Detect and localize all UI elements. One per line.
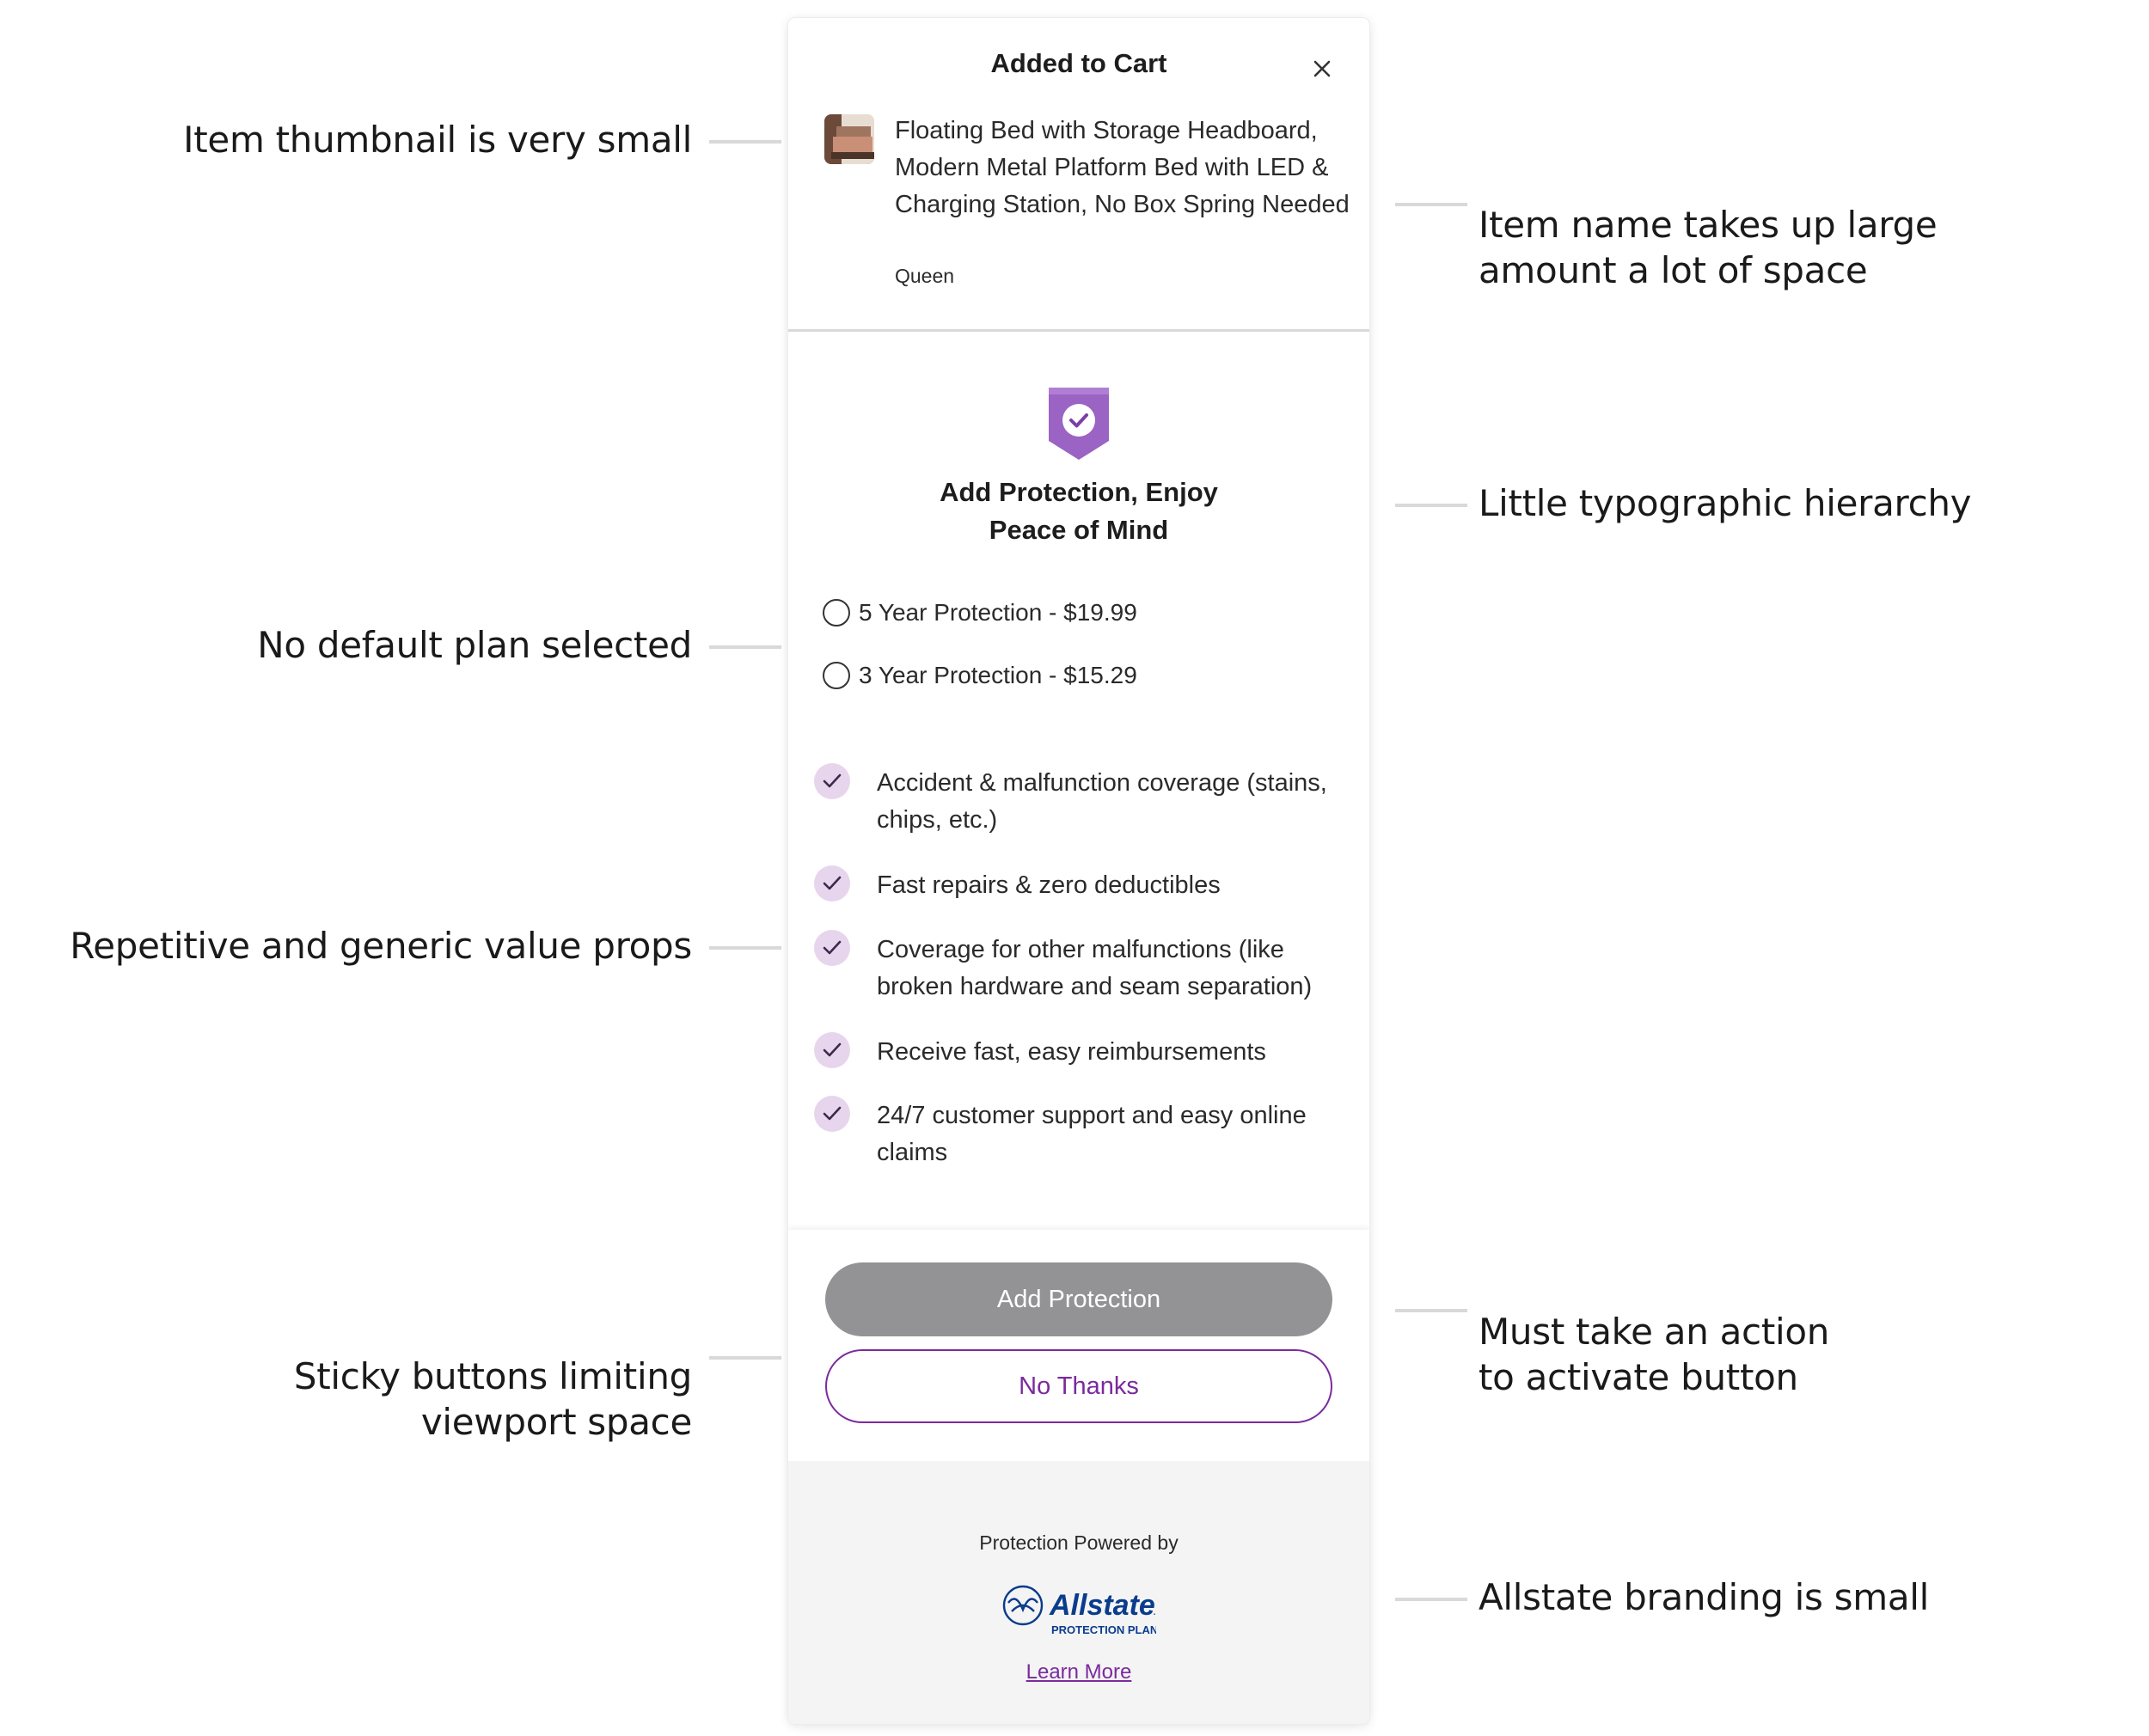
annotation-text: Sticky buttons limiting viewport space xyxy=(293,1355,692,1443)
annotation-item-name: Item name takes up large amount a lot of… xyxy=(1479,156,1938,293)
leader-line xyxy=(1395,203,1467,206)
annotation-text: No default plan selected xyxy=(257,624,692,666)
annotation-typography: Little typographic hierarchy xyxy=(1479,480,1972,526)
allstate-logo: Allstate . PROTECTION PLANS xyxy=(1002,1585,1156,1636)
annotation-text: Repetitive and generic value props xyxy=(70,925,692,967)
svg-text:.: . xyxy=(1153,1604,1156,1617)
add-protection-button[interactable]: Add Protection xyxy=(825,1262,1332,1336)
bed-thumbnail-image xyxy=(824,114,874,164)
leader-line xyxy=(1395,1598,1467,1601)
protection-title: Add Protection, Enjoy Peace of Mind xyxy=(788,474,1369,549)
protection-title-line1: Add Protection, Enjoy xyxy=(940,477,1218,507)
no-thanks-button[interactable]: No Thanks xyxy=(825,1349,1332,1423)
allstate-brand-subtext: PROTECTION PLANS xyxy=(1051,1623,1156,1636)
check-icon xyxy=(814,1096,850,1132)
header-divider xyxy=(788,329,1369,332)
check-icon xyxy=(814,930,850,966)
annotation-text: Must take an action to activate button xyxy=(1479,1311,1830,1398)
plan-label: 3 Year Protection - $15.29 xyxy=(859,662,1137,688)
benefit-text: 24/7 customer support and easy online cl… xyxy=(877,1102,1307,1166)
check-icon xyxy=(814,865,850,902)
benefit-text: Accident & malfunction coverage (stains,… xyxy=(877,769,1327,834)
annotation-activate-button: Must take an action to activate button xyxy=(1479,1263,1829,1400)
leader-line xyxy=(709,1356,781,1360)
annotation-text: Allstate branding is small xyxy=(1479,1576,1930,1618)
powered-by-label: Protection Powered by xyxy=(979,1531,1179,1554)
annotation-text: Item name takes up large amount a lot of… xyxy=(1479,204,1938,291)
benefit-text: Fast repairs & zero deductibles xyxy=(877,871,1221,899)
modal-title: Added to Cart xyxy=(990,48,1167,78)
protection-footer: Protection Powered by Allstate . PROTECT… xyxy=(788,1461,1369,1724)
check-icon xyxy=(814,1032,850,1068)
annotation-value-props: Repetitive and generic value props xyxy=(70,923,692,969)
annotation-no-default: No default plan selected xyxy=(257,622,692,668)
learn-more-link[interactable]: Learn More xyxy=(788,1660,1369,1684)
plan-option-3-year[interactable]: 3 Year Protection - $15.29 xyxy=(823,662,1137,689)
item-thumbnail xyxy=(824,114,874,164)
leader-line xyxy=(709,946,781,950)
annotation-branding: Allstate branding is small xyxy=(1479,1574,1929,1620)
annotation-thumbnail: Item thumbnail is very small xyxy=(183,117,692,162)
sticky-action-bar: Add Protection No Thanks xyxy=(788,1230,1369,1469)
leader-line xyxy=(709,140,781,144)
benefit-text: Coverage for other malfunctions (like br… xyxy=(877,936,1313,1000)
protection-title-line2: Peace of Mind xyxy=(989,515,1169,545)
close-icon xyxy=(1313,60,1331,77)
radio-button[interactable] xyxy=(823,662,850,689)
item-name: Floating Bed with Storage Headboard, Mod… xyxy=(895,117,1350,218)
check-icon xyxy=(814,763,850,799)
annotation-sticky-buttons: Sticky buttons limiting viewport space xyxy=(294,1308,692,1445)
radio-button[interactable] xyxy=(823,599,850,627)
added-to-cart-modal: Added to Cart Floating Bed with Storage … xyxy=(788,18,1369,1724)
leader-line xyxy=(709,645,781,649)
plan-label: 5 Year Protection - $19.99 xyxy=(859,599,1137,626)
allstate-brand-text: Allstate xyxy=(1049,1589,1155,1622)
modal-header: Added to Cart Floating Bed with Storage … xyxy=(788,18,1369,330)
close-button[interactable] xyxy=(1302,49,1342,89)
leader-line xyxy=(1395,1309,1467,1312)
benefit-text: Receive fast, easy reimbursements xyxy=(877,1038,1266,1066)
plan-option-5-year[interactable]: 5 Year Protection - $19.99 xyxy=(823,599,1137,627)
item-variant: Queen xyxy=(895,265,955,287)
annotation-text: Little typographic hierarchy xyxy=(1479,482,1972,524)
leader-line xyxy=(1395,504,1467,507)
annotation-text: Item thumbnail is very small xyxy=(183,119,692,161)
shield-check-icon xyxy=(1049,388,1109,460)
